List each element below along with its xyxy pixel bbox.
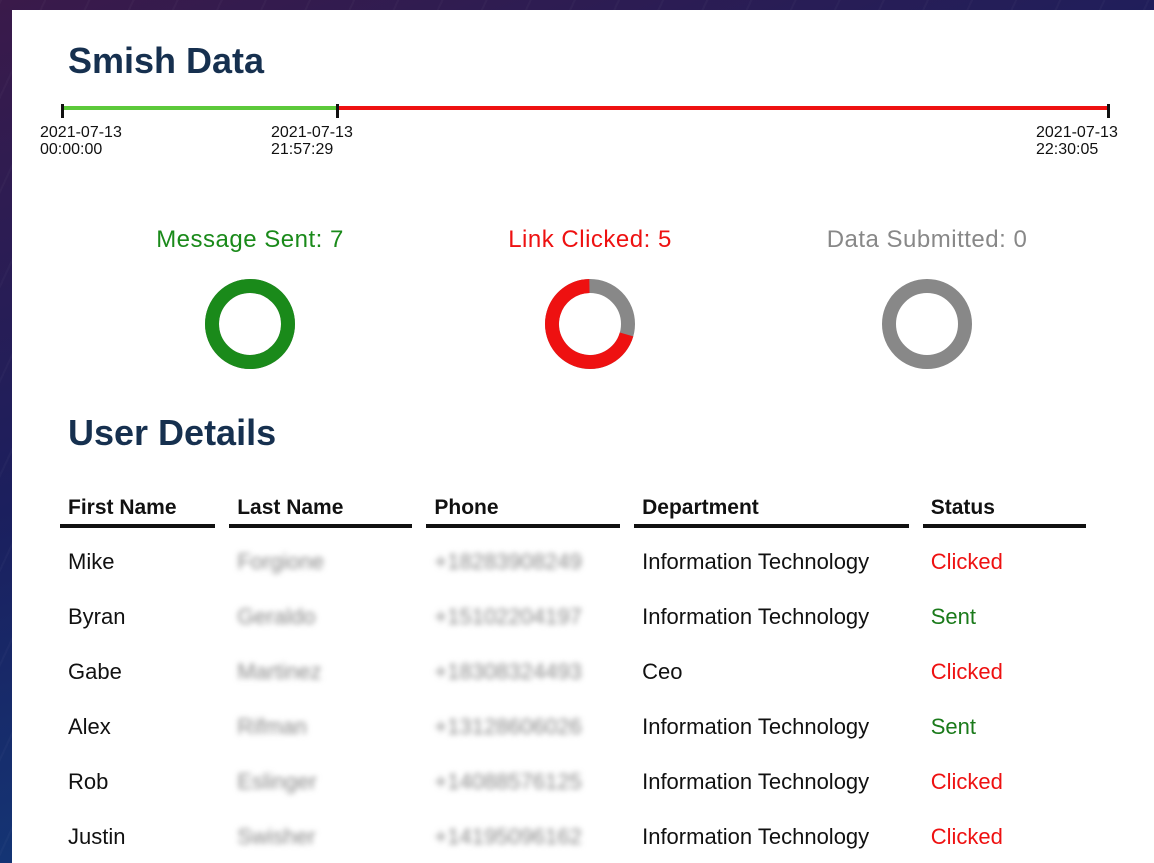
timeline-start-time: 00:00:00 [40,141,103,158]
cell-department: Information Technology [642,823,870,849]
metric-name: Message Sent [156,226,316,253]
donut-value-arc [205,279,295,369]
table-row: Gabe Martinez +18308324493 Ceo Clicked [60,644,1086,699]
timeline-bar [61,104,1111,118]
metric-link-clicked: Link Clicked: 5 [480,226,700,372]
report-page: Smish Data 2021-07-13 00:00:00 2021-07-1… [12,10,1154,863]
table-header-row: First Name Last Name Phone Department St… [60,490,1086,528]
metric-value: 5 [657,226,672,253]
timeline-mid-date: 2021-07-13 [271,124,353,141]
cell-last-name: Forgione [237,548,325,574]
table-row: Alex Rifman +13128606026 Information Techno… [60,699,1086,754]
timeline-tick-mid [336,104,339,118]
metric-label: Link Clicked: 5 [508,226,672,253]
timeline-label-end: 2021-07-13 22:30:05 [1036,124,1118,158]
column-header-first-name: First Name [60,490,216,528]
timeline-mid-time: 21:57:29 [271,141,334,158]
metric-label: Message Sent: 7 [156,226,344,253]
table-row: Mike Forgione +18283908249 Information Tech… [60,528,1086,589]
cell-department: Information Technology [642,713,870,739]
cell-phone: +14195096162 [434,823,582,849]
cell-last-name: Swisher [237,823,316,849]
metric-data-submitted: Data Submitted: 0 [802,226,1052,372]
cell-last-name: Geraldo [237,603,316,629]
cell-first-name: Rob [68,768,109,794]
cell-status: Clicked [930,658,1003,684]
metric-name: Link Clicked [508,226,644,253]
timeline-tick-start [61,104,64,118]
table-row: Byran Geraldo +15102204197 Information Tech… [60,589,1086,644]
donut-remainder-ring [882,279,972,369]
cell-department: Information Technology [642,768,870,794]
cell-status: Clicked [930,768,1003,794]
timeline-label-mid: 2021-07-13 21:57:29 [271,124,353,158]
timeline-end-time: 22:30:05 [1036,141,1099,158]
table-row: Rob Eslinger +14088576125 Information Techn… [60,754,1086,809]
cell-first-name: Mike [68,548,115,574]
timeline-end-date: 2021-07-13 [1036,124,1118,141]
timeline-tick-end [1107,104,1110,118]
cell-department: Ceo [642,658,683,684]
user-details-table: First Name Last Name Phone Department St… [46,490,1100,863]
metric-value: 7 [329,226,344,253]
column-header-last-name: Last Name [229,490,413,528]
column-header-status: Status [922,490,1086,528]
cell-status: Sent [930,603,976,629]
cell-last-name: Rifman [237,713,307,739]
table-row: Justin Swisher +14195096162 Information Tec… [60,809,1086,863]
cell-first-name: Alex [68,713,111,739]
cell-phone: +18283908249 [434,548,582,574]
cell-department: Information Technology [642,548,870,574]
donut-message-sent [205,279,295,369]
metric-value: 0 [1013,226,1028,253]
timeline-start-date: 2021-07-13 [40,124,122,141]
timeline-label-start: 2021-07-13 00:00:00 [40,124,122,158]
cell-phone: +18308324493 [434,658,582,684]
cell-first-name: Byran [68,603,126,629]
cell-phone: +14088576125 [434,768,582,794]
cell-first-name: Gabe [68,658,122,684]
cell-phone: +13128606026 [434,713,582,739]
cell-first-name: Justin [68,823,126,849]
metric-label: Data Submitted: 0 [826,226,1028,253]
cell-status: Clicked [930,823,1003,849]
donut-link-clicked [545,279,635,369]
column-header-phone: Phone [426,490,621,528]
cell-department: Information Technology [642,603,870,629]
column-header-department: Department [634,490,909,528]
cell-last-name: Martinez [237,658,322,684]
section-title-user-details: User Details [68,412,277,453]
cell-last-name: Eslinger [237,768,317,794]
metric-name: Data Submitted [826,226,1000,253]
metric-message-sent: Message Sent: 7 [140,226,360,372]
timeline-clicked-segment [337,106,1109,110]
donut-data-submitted [882,279,972,369]
timeline-sent-segment [61,106,337,110]
cell-status: Sent [930,713,976,739]
cell-status: Clicked [930,548,1003,574]
page-title: Smish Data [68,40,265,81]
cell-phone: +15102204197 [434,603,582,629]
